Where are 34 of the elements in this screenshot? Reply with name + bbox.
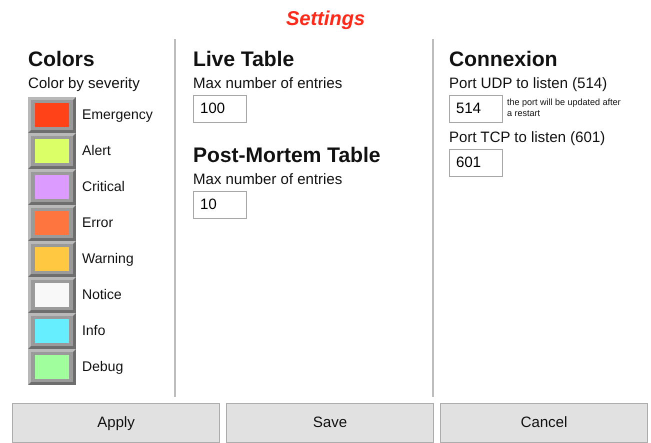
section-heading: Connexion: [449, 46, 558, 73]
field-label: Port UDP to listen (514): [449, 74, 608, 94]
severity-label: Warning: [82, 249, 134, 268]
severity-label: Emergency: [82, 105, 153, 124]
severity-label: Debug: [82, 357, 124, 376]
section-heading: Post-Mortem Table: [193, 142, 382, 169]
action-button[interactable]: Cancel: [440, 403, 648, 443]
field-label: Max number of entries: [193, 170, 344, 190]
window-title: Settings: [286, 7, 365, 32]
color-swatch-button[interactable]: [28, 168, 76, 205]
number-field[interactable]: 10: [193, 190, 247, 219]
severity-label: Critical: [82, 177, 125, 196]
action-button[interactable]: Save: [226, 403, 434, 443]
number-field[interactable]: 601: [449, 148, 503, 177]
section-label: Color by severity: [28, 74, 141, 94]
number-field[interactable]: 514: [449, 94, 503, 123]
hint-text: the port will be updated after a restart: [507, 96, 622, 119]
color-swatch-button[interactable]: [28, 96, 76, 133]
color-swatch-button[interactable]: [28, 204, 76, 241]
color-swatch-button[interactable]: [28, 312, 76, 349]
severity-label: Error: [82, 213, 114, 232]
section-heading: Colors: [28, 46, 96, 73]
action-button[interactable]: Apply: [12, 403, 220, 443]
number-field[interactable]: 100: [193, 94, 247, 123]
severity-label: Notice: [82, 285, 122, 304]
color-swatch-button[interactable]: [28, 240, 76, 277]
color-swatch-button[interactable]: [28, 348, 76, 385]
section-heading: Live Table: [193, 46, 296, 73]
field-label: Max number of entries: [193, 74, 344, 94]
severity-label: Info: [82, 321, 106, 340]
color-swatch-button[interactable]: [28, 132, 76, 169]
color-swatch-button[interactable]: [28, 276, 76, 313]
field-label: Port TCP to listen (601): [449, 128, 606, 148]
severity-label: Alert: [82, 141, 111, 160]
